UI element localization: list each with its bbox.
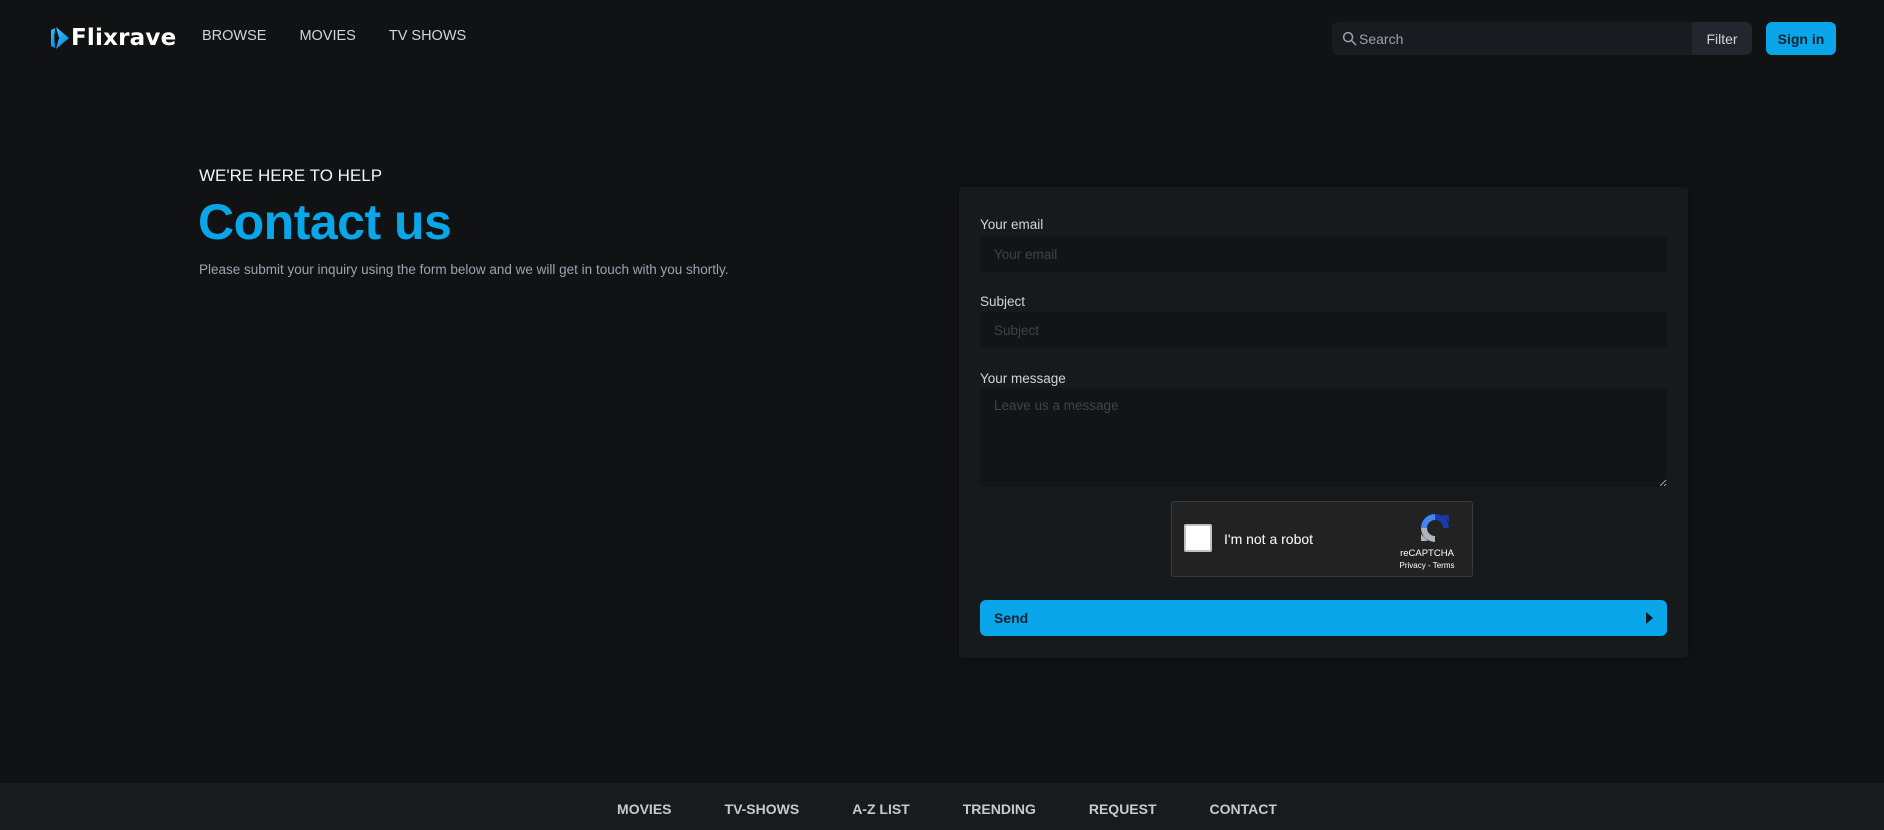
search-icon: [1342, 31, 1357, 46]
eyebrow-text: WE'RE HERE TO HELP: [199, 166, 383, 185]
page-subtitle: Please submit your inquiry using the for…: [199, 262, 729, 277]
footer-nav: MOVIES TV-SHOWS A-Z LIST TRENDING REQUES…: [0, 801, 1884, 817]
message-label: Your message: [980, 371, 1066, 386]
footer-link-trending[interactable]: TRENDING: [963, 801, 1036, 817]
nav-movies[interactable]: MOVIES: [299, 28, 355, 44]
send-button[interactable]: Send: [980, 600, 1667, 636]
page-title: Contact us: [198, 194, 452, 250]
send-label: Send: [994, 610, 1029, 626]
site-header: Flixrave BROWSE MOVIES TV SHOWS Filter S…: [0, 0, 1884, 76]
subject-label: Subject: [980, 294, 1026, 309]
message-field[interactable]: [980, 388, 1667, 487]
logo-icon: [51, 27, 69, 49]
nav-browse[interactable]: BROWSE: [202, 28, 266, 44]
email-label: Your email: [980, 217, 1044, 232]
recaptcha-label: I'm not a robot: [1224, 531, 1314, 547]
subject-field[interactable]: [980, 312, 1667, 348]
recaptcha-logo-icon: [1421, 514, 1449, 542]
play-arrow-icon: [1646, 612, 1653, 624]
email-field[interactable]: [980, 236, 1667, 272]
filter-button[interactable]: Filter: [1692, 22, 1752, 55]
nav-tv-shows[interactable]: TV SHOWS: [389, 28, 466, 44]
recaptcha-privacy-terms[interactable]: Privacy - Terms: [1392, 561, 1462, 570]
logo-link[interactable]: Flixrave: [50, 24, 176, 52]
search-input[interactable]: [1359, 30, 1679, 47]
footer-link-movies[interactable]: MOVIES: [617, 801, 671, 817]
footer-link-tv-shows[interactable]: TV-SHOWS: [725, 801, 800, 817]
sign-in-button[interactable]: Sign in: [1766, 22, 1836, 55]
recaptcha-widget: I'm not a robot reCAPTCHA Privacy - Term…: [1171, 501, 1473, 577]
recaptcha-checkbox[interactable]: [1184, 524, 1212, 552]
main-nav: BROWSE MOVIES TV SHOWS: [202, 28, 466, 44]
logo-text: Flixrave: [71, 25, 177, 51]
footer-link-request[interactable]: REQUEST: [1089, 801, 1157, 817]
footer-link-a-z-list[interactable]: A-Z LIST: [852, 801, 910, 817]
footer-link-contact[interactable]: CONTACT: [1210, 801, 1277, 817]
site-footer: MOVIES TV-SHOWS A-Z LIST TRENDING REQUES…: [0, 783, 1884, 830]
search-bar: [1332, 22, 1693, 55]
recaptcha-brand: reCAPTCHA: [1400, 548, 1454, 559]
contact-form: Your email Subject Your message I'm not …: [959, 187, 1688, 658]
